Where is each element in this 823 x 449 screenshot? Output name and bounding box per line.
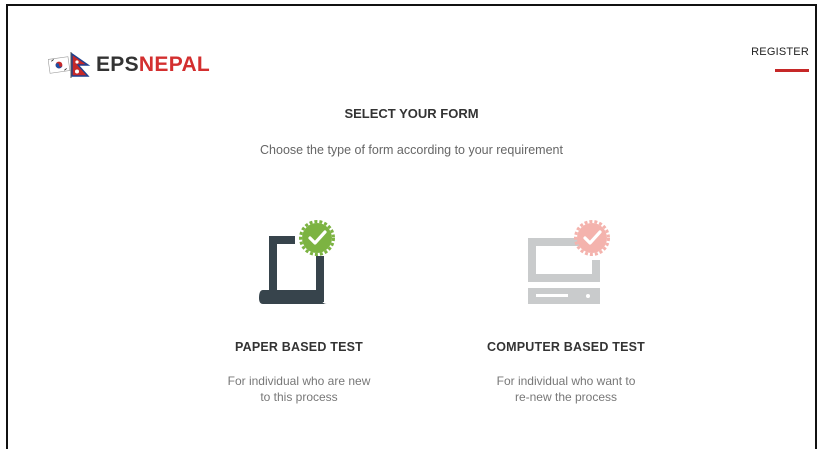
page-frame: EPSNEPAL REGISTER SELECT YOUR FORM Choos… xyxy=(6,4,817,449)
computer-test-icon xyxy=(528,220,610,304)
register-link[interactable]: REGISTER xyxy=(751,46,809,58)
computer-test-description: For individual who want to re-new the pr… xyxy=(496,374,636,404)
logo-text-nepal: NEPAL xyxy=(138,53,211,76)
paper-test-title: PAPER BASED TEST xyxy=(235,340,363,354)
logo-text: EPSNEPAL xyxy=(96,53,210,77)
computer-test-title: COMPUTER BASED TEST xyxy=(487,340,645,354)
page-subtitle: Choose the type of form according to you… xyxy=(260,143,563,157)
computer-based-test-option[interactable]: COMPUTER BASED TEST For individual who w… xyxy=(466,216,666,405)
paper-test-icon xyxy=(259,220,335,304)
register-underline xyxy=(775,69,809,72)
logo-text-eps: EPS xyxy=(96,53,139,76)
page-title: SELECT YOUR FORM xyxy=(344,106,479,121)
site-logo[interactable]: EPSNEPAL xyxy=(48,50,210,80)
paper-test-description: For individual who are new to this proce… xyxy=(227,374,371,404)
flags-icon xyxy=(48,52,91,78)
paper-based-test-option[interactable]: PAPER BASED TEST For individual who are … xyxy=(199,216,399,405)
